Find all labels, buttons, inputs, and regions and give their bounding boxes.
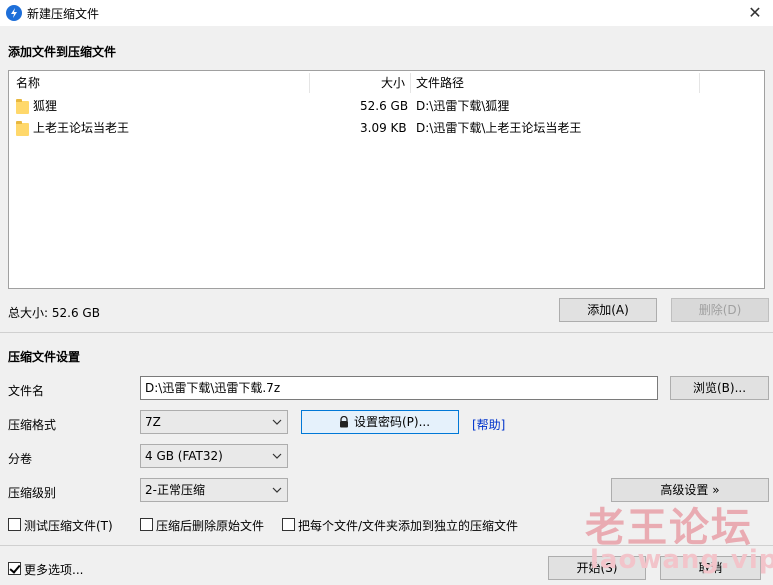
set-password-button[interactable]: 设置密码(P)... <box>301 410 459 434</box>
close-icon[interactable]: ✕ <box>740 1 770 25</box>
column-divider[interactable] <box>309 73 310 93</box>
chevron-down-icon <box>272 487 282 493</box>
window-title: 新建压缩文件 <box>27 7 100 21</box>
set-password-label: 设置密码(P)... <box>354 415 431 429</box>
column-header-size[interactable]: 大小 <box>381 71 405 95</box>
file-name: 狐狸 <box>33 99 58 113</box>
level-label: 压缩级别 <box>8 486 57 500</box>
folder-icon <box>16 121 29 136</box>
split-value: 4 GB (FAT32) <box>145 449 223 463</box>
test-archive-checkbox[interactable] <box>8 518 21 531</box>
file-path: D:\迅雷下载\上老王论坛当老王 <box>416 121 582 135</box>
column-header-path[interactable]: 文件路径 <box>416 71 464 95</box>
browse-button[interactable]: 浏览(B)... <box>670 376 769 400</box>
level-value: 2-正常压缩 <box>145 483 205 497</box>
format-value: 7Z <box>145 415 161 429</box>
file-size: 52.6 GB <box>360 99 409 113</box>
separate-archives-label[interactable]: 把每个文件/文件夹添加到独立的压缩文件 <box>298 517 518 534</box>
delete-source-checkbox[interactable] <box>140 518 153 531</box>
help-link[interactable]: [帮助] <box>472 416 505 433</box>
chevron-down-icon <box>272 419 282 425</box>
add-section-heading: 添加文件到压缩文件 <box>8 45 117 59</box>
more-options-label[interactable]: 更多选项... <box>24 561 83 578</box>
file-size: 3.09 KB <box>360 121 407 135</box>
format-label: 压缩格式 <box>8 418 57 432</box>
file-path: D:\迅雷下载\狐狸 <box>416 99 510 113</box>
more-options-checkbox[interactable] <box>8 562 21 575</box>
column-divider[interactable] <box>699 73 700 93</box>
add-button[interactable]: 添加(A) <box>559 298 657 322</box>
file-name: 上老王论坛当老王 <box>33 121 130 135</box>
total-size-label: 总大小: 52.6 GB <box>8 306 100 320</box>
column-header-name[interactable]: 名称 <box>16 71 40 95</box>
chevron-down-icon <box>272 453 282 459</box>
file-row[interactable]: 狐狸 52.6 GB D:\迅雷下载\狐狸 <box>9 96 764 117</box>
file-row[interactable]: 上老王论坛当老王 3.09 KB D:\迅雷下载\上老王论坛当老王 <box>9 118 764 139</box>
level-select[interactable]: 2-正常压缩 <box>140 478 288 502</box>
delete-source-label[interactable]: 压缩后删除原始文件 <box>156 517 264 534</box>
column-divider[interactable] <box>410 73 411 93</box>
divider <box>0 332 773 333</box>
lock-icon <box>340 416 348 428</box>
format-select[interactable]: 7Z <box>140 410 288 434</box>
folder-icon <box>16 99 29 114</box>
settings-heading: 压缩文件设置 <box>8 350 81 364</box>
split-label: 分卷 <box>8 452 33 466</box>
test-archive-label[interactable]: 测试压缩文件(T) <box>24 517 113 534</box>
separate-archives-checkbox[interactable] <box>282 518 295 531</box>
app-logo-icon <box>6 5 22 21</box>
filename-label: 文件名 <box>8 384 45 398</box>
split-select[interactable]: 4 GB (FAT32) <box>140 444 288 468</box>
filename-input[interactable]: D:\迅雷下载\迅雷下载.7z <box>140 376 658 400</box>
delete-button[interactable]: 删除(D) <box>671 298 769 322</box>
title-bar: 新建压缩文件 ✕ <box>0 0 773 26</box>
file-list[interactable]: 名称 大小 文件路径 狐狸 52.6 GB D:\迅雷下载\狐狸 上老王论坛当老… <box>8 70 765 289</box>
watermark-url: laowang.vip <box>590 545 773 575</box>
